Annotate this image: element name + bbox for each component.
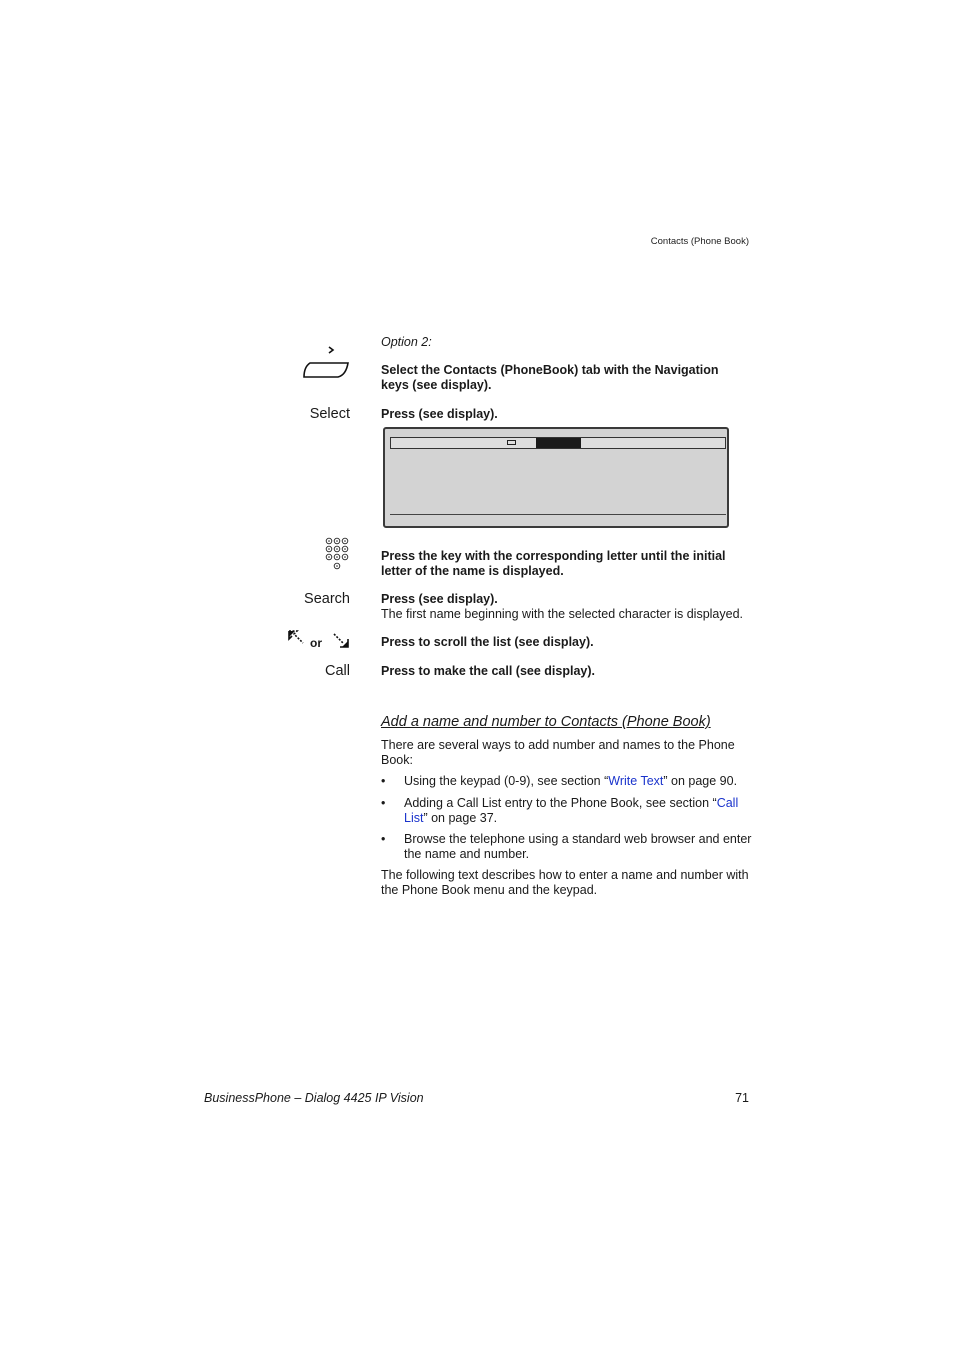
display-active-tab xyxy=(536,438,581,448)
bullet-web-browser: Browse the telephone using a standard we… xyxy=(404,832,752,861)
bullet-dot: • xyxy=(381,832,386,846)
page-number: 71 xyxy=(735,1091,749,1105)
option-label: Option 2: xyxy=(381,335,432,349)
display-softkey-line xyxy=(390,514,726,515)
search-instruction: Press (see display). xyxy=(381,592,498,606)
bullet-dot: • xyxy=(381,774,386,788)
bullet-text-before: Adding a Call List entry to the Phone Bo… xyxy=(404,796,717,810)
scroll-instruction: Press to scroll the list (see display). xyxy=(381,635,594,649)
navigation-key-icon xyxy=(300,343,352,388)
select-softkey-label: Select xyxy=(309,406,350,422)
scroll-up-icon xyxy=(288,630,306,653)
select-instruction: Press (see display). xyxy=(381,407,498,421)
bullet-text-after: ” on page 90. xyxy=(663,774,738,788)
running-header: Contacts (Phone Book) xyxy=(650,236,749,247)
scroll-or-label: or xyxy=(310,636,322,650)
phone-display xyxy=(383,427,729,528)
display-tab-icon xyxy=(507,440,516,445)
bullet-call-list: Adding a Call List entry to the Phone Bo… xyxy=(404,796,754,825)
keypad-icon xyxy=(324,537,352,576)
bullet-dot: • xyxy=(381,796,386,810)
display-tab-bar xyxy=(390,437,726,449)
select-tab-instruction: Select the Contacts (PhoneBook) tab with… xyxy=(381,363,719,392)
section-heading: Add a name and number to Contacts (Phone… xyxy=(381,714,711,730)
bullet-text-after: ” on page 37. xyxy=(423,810,498,825)
keypad-instruction: Press the key with the corresponding let… xyxy=(381,549,726,578)
call-instruction: Press to make the call (see display). xyxy=(381,664,595,678)
section-outro: The following text describes how to ente… xyxy=(381,868,749,897)
bullet-write-text: Using the keypad (0-9), see section “Wri… xyxy=(404,774,754,789)
footer-title: BusinessPhone – Dialog 4425 IP Vision xyxy=(204,1091,424,1105)
bullet-text-before: Using the keypad (0-9), see section “ xyxy=(404,774,609,788)
call-softkey-label: Call xyxy=(325,663,350,679)
write-text-link[interactable]: Write Text xyxy=(608,774,663,788)
section-intro: There are several ways to add number and… xyxy=(381,738,735,767)
search-note: The first name beginning with the select… xyxy=(381,607,743,621)
search-softkey-label: Search xyxy=(304,591,350,607)
scroll-down-icon xyxy=(331,630,349,653)
